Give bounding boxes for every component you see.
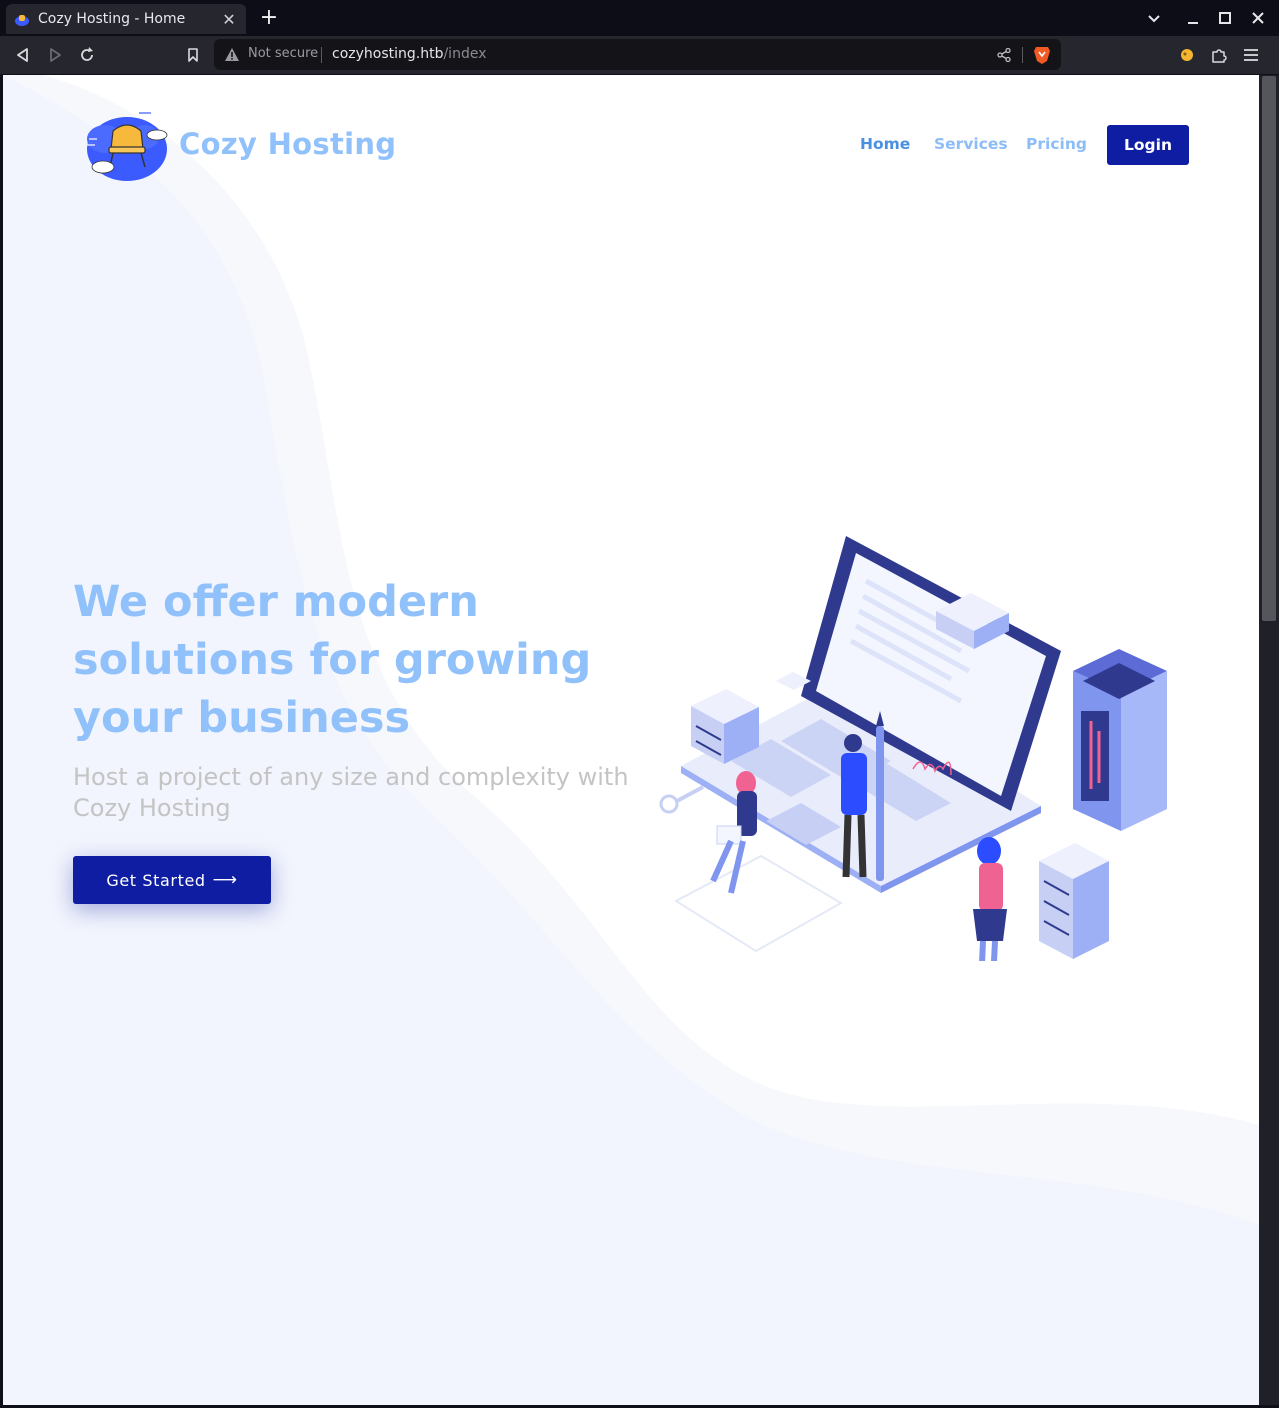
url-divider bbox=[321, 47, 322, 63]
nav-services[interactable]: Services bbox=[934, 135, 1008, 153]
login-button[interactable]: Login bbox=[1107, 125, 1189, 165]
puzzle-icon[interactable] bbox=[1209, 45, 1229, 65]
tab-bar: Cozy Hosting - Home ✕ + bbox=[0, 0, 1279, 36]
page-viewport: Cozy Hosting Home Services Pricing Login… bbox=[3, 75, 1259, 1405]
get-started-label: Get Started bbox=[106, 870, 206, 890]
brave-favicon bbox=[15, 15, 29, 26]
browser-toolbar: Not secure cozyhosting.htb/index bbox=[0, 36, 1279, 74]
bookmark-icon[interactable] bbox=[183, 45, 203, 65]
share-icon[interactable] bbox=[996, 47, 1012, 63]
close-icon[interactable] bbox=[1248, 8, 1268, 28]
hero-illustration bbox=[659, 536, 1167, 961]
tab-close-icon[interactable]: ✕ bbox=[220, 10, 238, 29]
hero-title-line: your business bbox=[73, 693, 411, 743]
security-label: Not secure bbox=[248, 46, 319, 61]
warning-icon bbox=[225, 48, 239, 61]
vertical-scrollbar-thumb[interactable] bbox=[1262, 76, 1276, 621]
url-text[interactable]: cozyhosting.htb/index bbox=[332, 46, 487, 62]
minimize-icon[interactable] bbox=[1183, 8, 1203, 28]
hero-title-line: solutions for growing bbox=[73, 635, 592, 685]
browser-tab[interactable]: Cozy Hosting - Home ✕ bbox=[6, 4, 246, 34]
hero-subtitle-line: Host a project of any size and complexit… bbox=[73, 763, 629, 791]
forward-icon[interactable] bbox=[45, 45, 65, 65]
url-host: cozyhosting.htb bbox=[332, 46, 444, 62]
hero-title: We offer modern solutions for growing yo… bbox=[73, 573, 613, 747]
chevron-down-icon[interactable] bbox=[1144, 8, 1164, 28]
tab-title: Cozy Hosting - Home bbox=[38, 11, 186, 27]
reload-icon[interactable] bbox=[77, 45, 97, 65]
nav-home[interactable]: Home bbox=[860, 135, 910, 153]
cozy-hosting-logo[interactable] bbox=[83, 109, 169, 183]
extension-icon[interactable] bbox=[1177, 45, 1197, 65]
menu-icon[interactable] bbox=[1241, 45, 1261, 65]
get-started-button[interactable]: Get Started ⟶ bbox=[73, 856, 271, 904]
hero-title-line: We offer modern bbox=[73, 577, 479, 627]
nav-pricing[interactable]: Pricing bbox=[1026, 135, 1087, 153]
brave-shield-icon[interactable] bbox=[1033, 45, 1051, 65]
maximize-icon[interactable] bbox=[1215, 8, 1235, 28]
url-divider-right bbox=[1022, 47, 1023, 63]
new-tab-button[interactable]: + bbox=[258, 6, 280, 30]
hero-subtitle: Host a project of any size and complexit… bbox=[73, 762, 633, 824]
back-icon[interactable] bbox=[13, 45, 33, 65]
url-path: /index bbox=[443, 46, 487, 62]
hero-subtitle-line: Cozy Hosting bbox=[73, 794, 231, 822]
address-bar[interactable]: Not secure cozyhosting.htb/index bbox=[214, 39, 1061, 70]
brand-name[interactable]: Cozy Hosting bbox=[179, 127, 396, 161]
arrow-right-icon: ⟶ bbox=[212, 870, 238, 890]
